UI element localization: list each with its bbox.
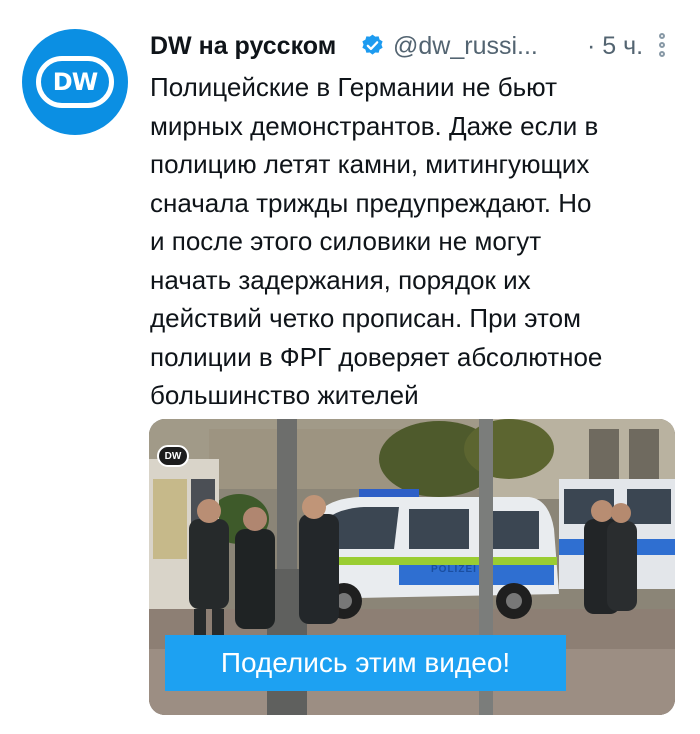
more-options-icon[interactable] xyxy=(656,32,668,62)
dw-logo-icon: DW xyxy=(36,56,114,108)
author-name[interactable]: DW на русском xyxy=(150,32,336,61)
tweet-header: DW на русском @dw_russi... · 5 ч. xyxy=(150,30,680,64)
author-handle[interactable]: @dw_russi... xyxy=(393,32,538,61)
avatar[interactable]: DW xyxy=(22,29,128,135)
video-thumbnail[interactable]: DW POLIZEI Поделись этим видео! xyxy=(149,419,675,715)
dw-watermark-icon: DW xyxy=(157,445,189,467)
avatar-logo-text: DW xyxy=(52,68,98,96)
vehicle-label: POLIZEI xyxy=(431,564,477,575)
watermark-text: DW xyxy=(164,450,182,462)
verified-badge-icon xyxy=(362,34,383,55)
tweet-text: Полицейские в Германии не бьют мирных де… xyxy=(150,72,603,410)
tweet[interactable]: DW DW на русском @dw_russi... · 5 ч. Пол… xyxy=(0,0,700,734)
timestamp[interactable]: · 5 ч. xyxy=(587,32,643,61)
share-video-banner[interactable]: Поделись этим видео! xyxy=(165,635,566,691)
share-video-label: Поделись этим видео! xyxy=(220,647,511,678)
